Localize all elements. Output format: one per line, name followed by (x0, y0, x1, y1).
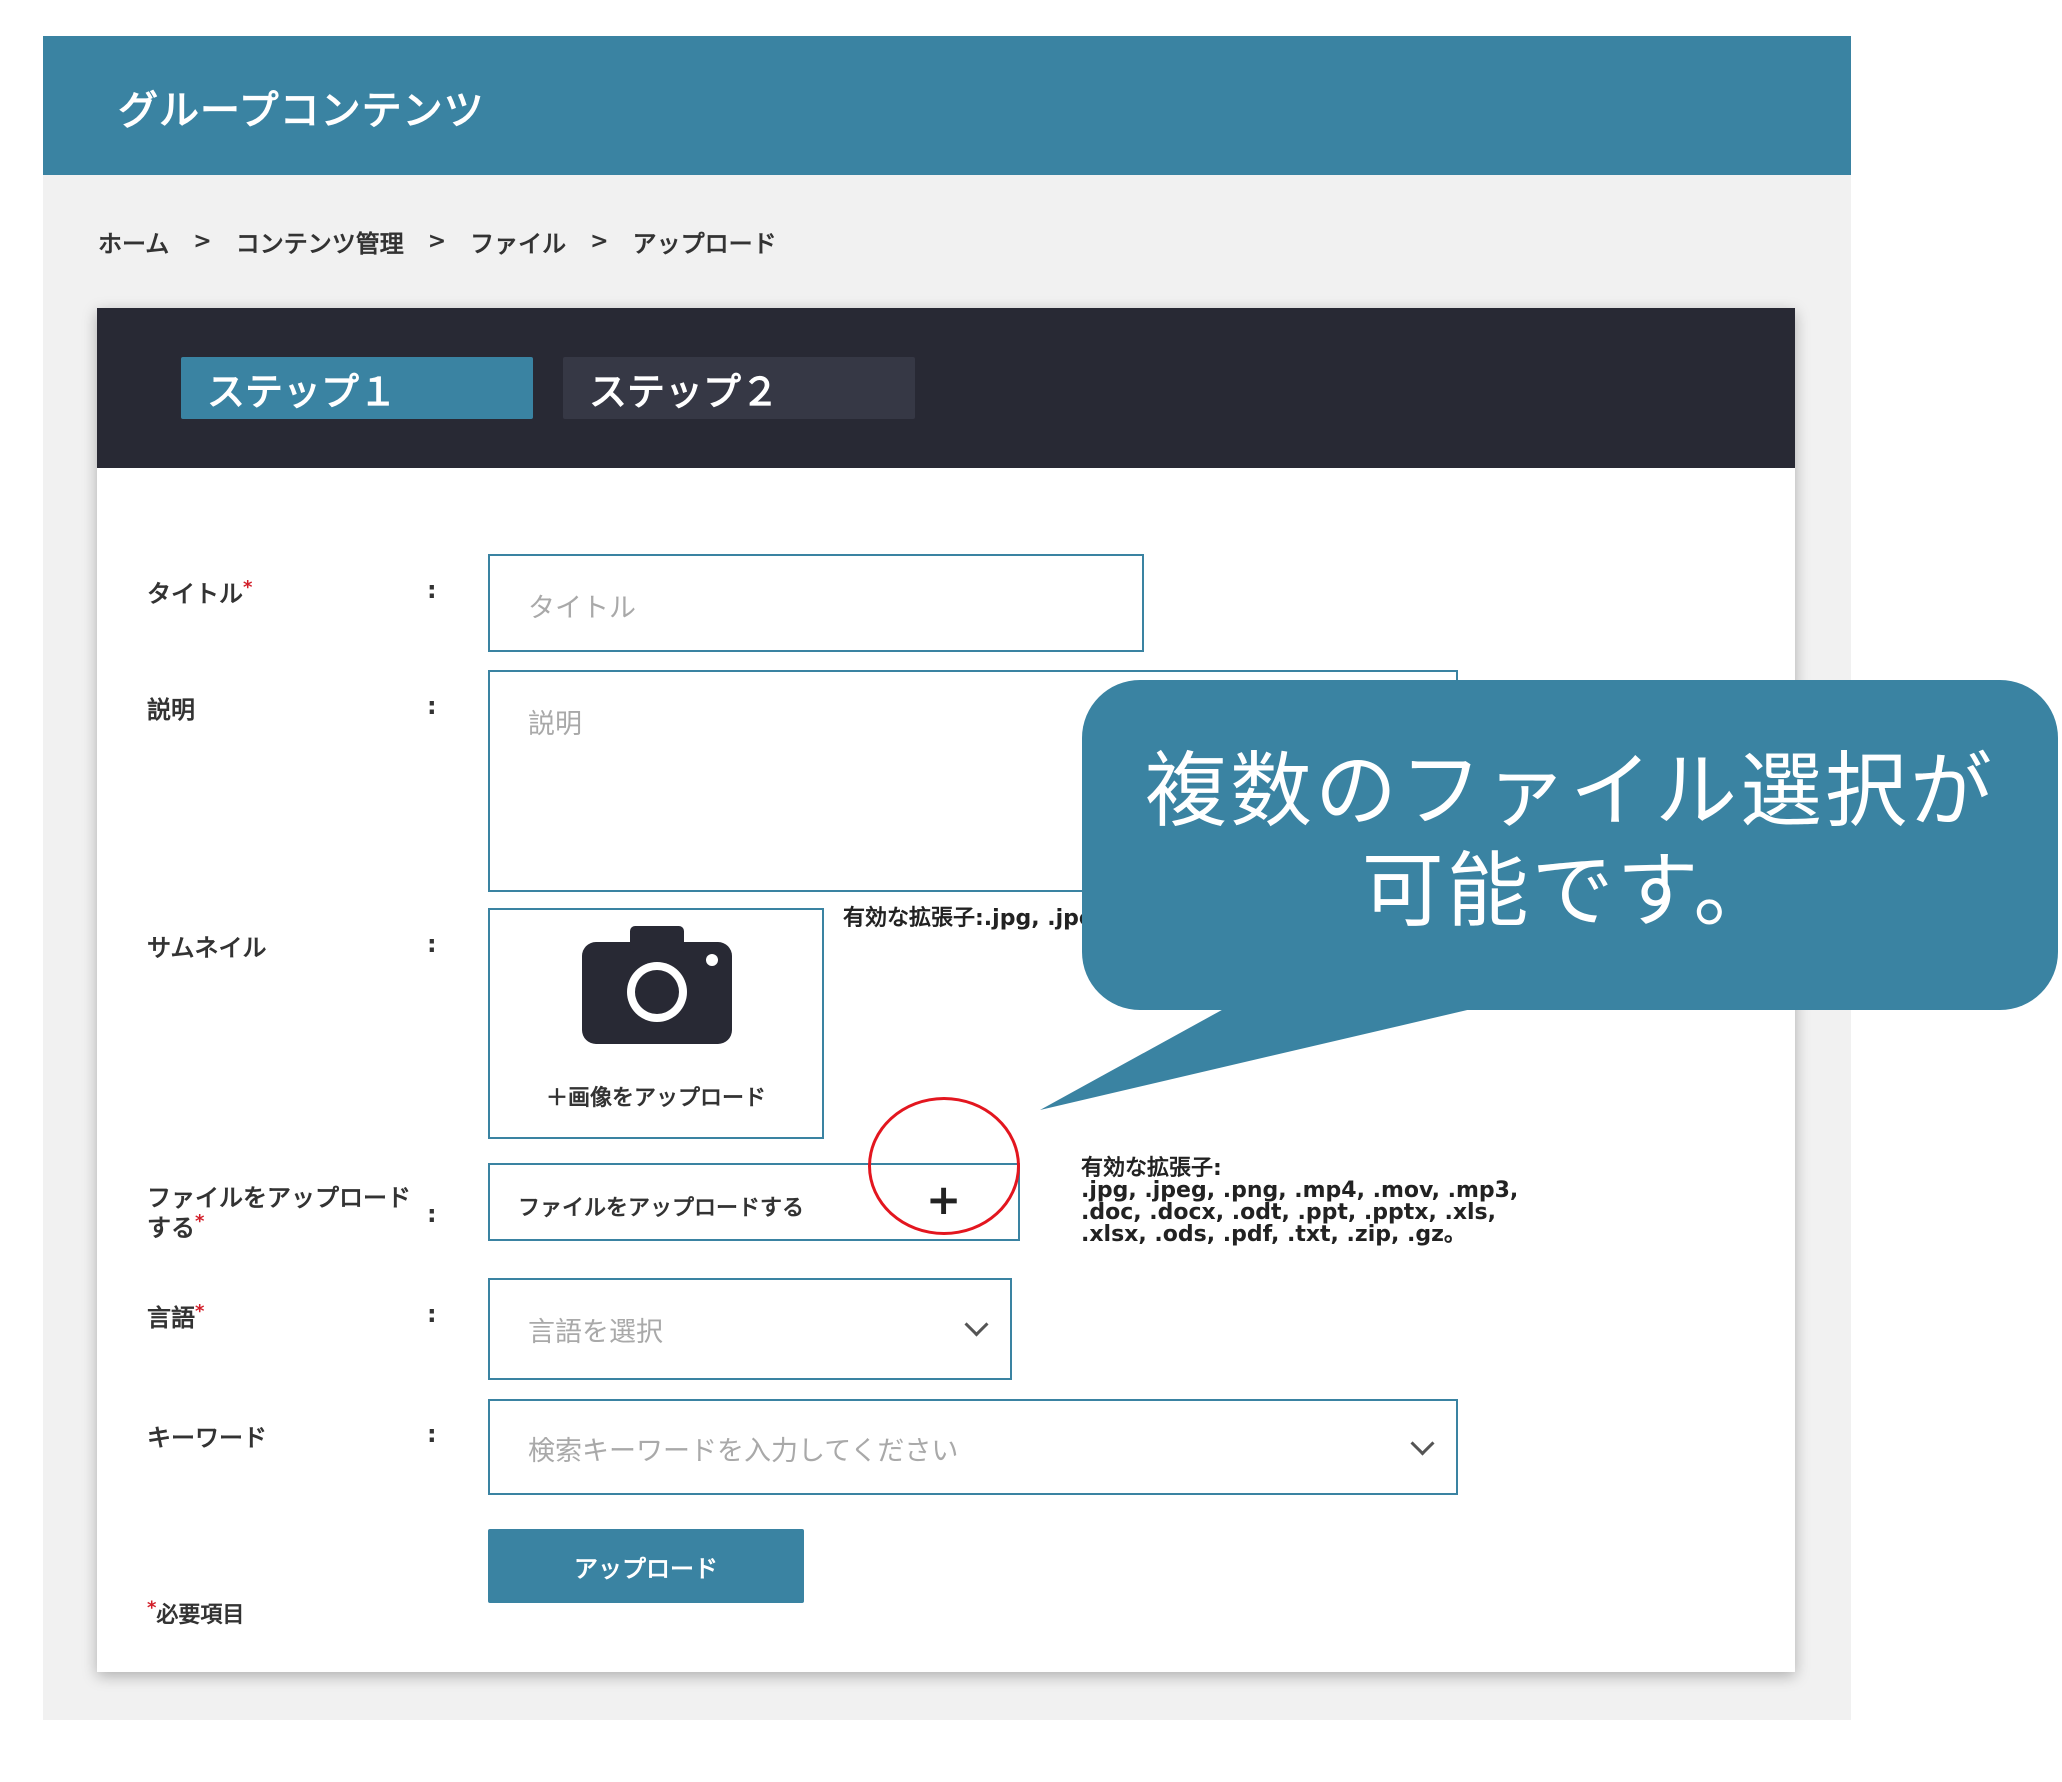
description-label: 説明 (147, 696, 195, 724)
tab-step-2[interactable]: ステップ２ (563, 357, 915, 419)
description-placeholder: 説明 (528, 709, 582, 740)
file-upload-label-line1: ファイルをアップロード (147, 1184, 411, 1212)
upload-submit-button[interactable]: アップロード (488, 1529, 804, 1603)
title-label: タイトル* (147, 574, 252, 609)
breadcrumb-upload: アップロード (632, 230, 777, 258)
file-extensions-line: .xlsx, .ods, .pdf, .txt, .zip, .gz。 (1081, 1222, 1466, 1247)
required-mark: * (243, 577, 253, 598)
step-bar: ステップ１ ステップ２ (97, 308, 1795, 468)
title-colon: : (427, 576, 437, 604)
breadcrumb-separator: > (193, 229, 212, 254)
file-upload-colon: : (427, 1200, 437, 1228)
file-extensions-line: .jpg, .jpeg, .png, .mp4, .mov, .mp3, (1081, 1178, 1519, 1203)
highlight-circle (868, 1097, 1020, 1235)
required-note: *必要項目 (147, 1597, 244, 1629)
keyword-colon: : (427, 1420, 437, 1448)
chevron-down-icon (1410, 1431, 1435, 1456)
breadcrumb-separator: > (427, 229, 447, 254)
language-placeholder: 言語を選択 (528, 1317, 663, 1348)
callout-line1: 複数のファイル選択が (1144, 744, 1995, 839)
title-label-text: タイトル (147, 580, 243, 608)
callout-tail (1040, 1000, 1510, 1110)
file-upload-extensions: 有効な拡張子: .jpg, .jpeg, .png, .mp4, .mov, .… (1081, 1158, 1518, 1246)
required-mark: * (195, 1211, 205, 1232)
thumbnail-upload-area[interactable]: ＋画像をアップロード (488, 908, 824, 1139)
thumbnail-colon: : (427, 930, 437, 958)
required-note-text: 必要項目 (156, 1603, 245, 1628)
thumbnail-label: サムネイル (147, 934, 267, 962)
file-extensions-line: .doc, .docx, .odt, .ppt, .pptx, .xls, (1081, 1200, 1497, 1225)
thumbnail-upload-label: ＋画像をアップロード (545, 1086, 766, 1111)
file-upload-button-label: ファイルをアップロードする (518, 1196, 805, 1221)
keyword-select[interactable]: 検索キーワードを入力してください (488, 1399, 1458, 1495)
callout-line2: 可能です。 (1361, 844, 1779, 939)
language-label-text: 言語 (147, 1304, 195, 1332)
required-mark: * (147, 1597, 157, 1619)
chevron-down-icon (964, 1312, 989, 1337)
keyword-label: キーワード (147, 1424, 267, 1452)
breadcrumb-separator: > (590, 229, 609, 254)
app-header: グループコンテンツ (43, 36, 1851, 175)
file-upload-label-line2: する (147, 1214, 195, 1242)
required-mark: * (195, 1301, 205, 1322)
breadcrumb-content-management[interactable]: コンテンツ管理 (236, 224, 404, 259)
tab-step-1[interactable]: ステップ１ (181, 357, 533, 419)
thumbnail-extensions: 有効な拡張子:.jpg, .jpe (843, 906, 1094, 931)
breadcrumb-file[interactable]: ファイル (470, 224, 566, 259)
camera-icon (582, 926, 732, 1044)
title-input[interactable]: タイトル (488, 554, 1144, 652)
title-placeholder: タイトル (528, 593, 636, 624)
callout-bubble: 複数のファイル選択が 可能です。 (1082, 680, 2058, 1010)
file-extensions-title: 有効な拡張子: (1081, 1156, 1222, 1181)
language-colon: : (427, 1300, 437, 1328)
description-colon: : (427, 692, 437, 720)
file-upload-label: ファイルをアップロード する* (147, 1186, 411, 1240)
breadcrumb: ホーム > コンテンツ管理 > ファイル > アップロード (98, 224, 777, 259)
callout-text: 複数のファイル選択が 可能です。 (1082, 742, 2058, 942)
breadcrumb-home[interactable]: ホーム (98, 224, 169, 259)
language-select[interactable]: 言語を選択 (488, 1278, 1012, 1380)
language-label: 言語* (147, 1298, 204, 1333)
keyword-placeholder: 検索キーワードを入力してください (528, 1436, 959, 1467)
app-title: グループコンテンツ (118, 88, 485, 134)
